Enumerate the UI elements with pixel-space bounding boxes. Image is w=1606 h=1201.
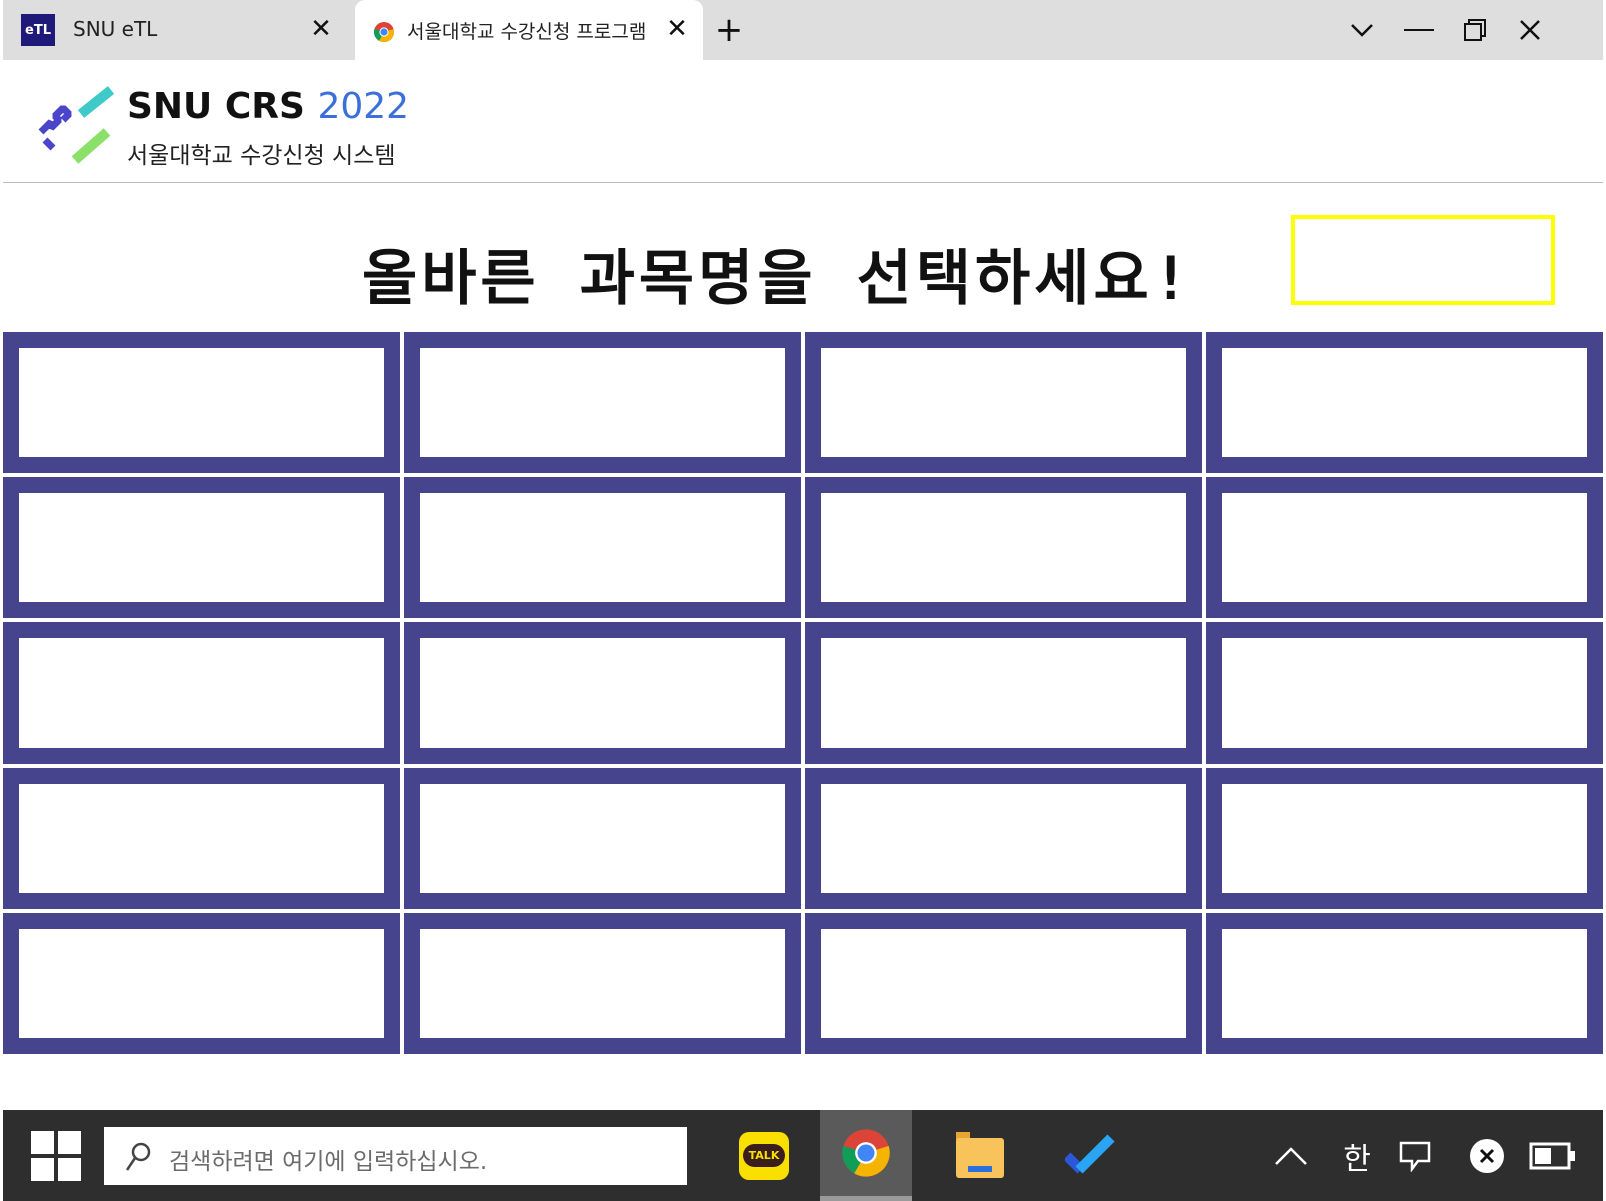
option-label — [821, 493, 1186, 603]
option-label — [821, 783, 1186, 893]
option-label — [1222, 928, 1587, 1038]
close-icon[interactable] — [1508, 10, 1552, 50]
option-card[interactable] — [805, 767, 1202, 909]
windows-taskbar: 검색하려면 여기에 입력하십시오. TALK 한 — [3, 1110, 1603, 1201]
browser-tab-bar: eTL SNU eTL ✕ 서울대학교 수강신청 프로그램 ✕ + — [3, 0, 1603, 60]
kakao-label: TALK — [742, 1144, 786, 1167]
answer-box — [1291, 215, 1555, 305]
option-label — [420, 928, 785, 1038]
brand-subtitle: 서울대학교 수강신청 시스템 — [127, 143, 396, 169]
option-card[interactable] — [3, 477, 400, 619]
chevron-up-icon[interactable] — [1269, 1110, 1313, 1201]
chevron-down-icon[interactable] — [1340, 10, 1384, 50]
option-label — [420, 348, 785, 458]
option-card[interactable] — [805, 332, 1202, 474]
option-card[interactable] — [404, 622, 801, 764]
option-label — [821, 348, 1186, 458]
brand-name: SNU CRS — [127, 86, 305, 127]
option-label — [1222, 348, 1587, 458]
restore-icon[interactable] — [1453, 10, 1497, 50]
option-card[interactable] — [805, 912, 1202, 1054]
option-card[interactable] — [1206, 477, 1603, 619]
battery-icon[interactable] — [1528, 1110, 1578, 1201]
option-card[interactable] — [404, 477, 801, 619]
snu-crs-logo-icon[interactable] — [35, 86, 119, 166]
option-card[interactable] — [1206, 332, 1603, 474]
option-card[interactable] — [1206, 912, 1603, 1054]
windows-start-icon[interactable] — [31, 1131, 81, 1181]
chrome-icon — [842, 1129, 890, 1177]
ime-indicator[interactable]: 한 — [1335, 1110, 1379, 1201]
option-label — [420, 783, 785, 893]
option-card[interactable] — [404, 912, 801, 1054]
option-card[interactable] — [404, 332, 801, 474]
taskbar-file-explorer[interactable] — [934, 1110, 1026, 1201]
option-card[interactable] — [805, 477, 1202, 619]
minimize-icon[interactable] — [1397, 10, 1441, 50]
new-tab-button[interactable]: + — [709, 10, 749, 50]
game-prompt: 올바른 과목명을 선택하세요! — [362, 244, 1193, 314]
option-label — [19, 928, 384, 1038]
taskbar-search-input[interactable]: 검색하려면 여기에 입력하십시오. — [104, 1127, 687, 1185]
option-card[interactable] — [3, 912, 400, 1054]
search-placeholder: 검색하려면 여기에 입력하십시오. — [169, 1149, 488, 1175]
option-card[interactable] — [3, 332, 400, 474]
option-label — [1222, 638, 1587, 748]
chrome-icon — [373, 22, 395, 42]
error-circle-icon[interactable] — [1465, 1110, 1509, 1201]
etl-favicon-icon: eTL — [21, 14, 55, 46]
taskbar-todo[interactable] — [1045, 1110, 1137, 1201]
option-card[interactable] — [1206, 622, 1603, 764]
tab-snu-etl[interactable]: eTL SNU eTL ✕ — [3, 0, 347, 60]
option-label — [821, 638, 1186, 748]
option-label — [19, 638, 384, 748]
option-card[interactable] — [3, 767, 400, 909]
option-card[interactable] — [1206, 767, 1603, 909]
site-header: SNU CRS 2022 서울대학교 수강신청 시스템 — [3, 60, 1603, 183]
option-label — [1222, 783, 1587, 893]
tab-title: 서울대학교 수강신청 프로그램 — [407, 21, 647, 43]
tab-crs-program[interactable]: 서울대학교 수강신청 프로그램 ✕ — [355, 0, 703, 60]
search-icon — [125, 1142, 151, 1171]
option-label — [420, 493, 785, 603]
option-grid — [3, 332, 1603, 1054]
taskbar-chrome[interactable] — [820, 1110, 912, 1201]
option-label — [19, 783, 384, 893]
taskbar-kakaotalk[interactable]: TALK — [718, 1110, 810, 1201]
brand-title: SNU CRS 2022 — [127, 86, 409, 127]
file-explorer-icon — [956, 1131, 1004, 1178]
option-label — [1222, 493, 1587, 603]
option-label — [19, 493, 384, 603]
option-card[interactable] — [404, 767, 801, 909]
chat-bubble-icon[interactable] — [1393, 1110, 1437, 1201]
tab-close-icon[interactable]: ✕ — [305, 12, 337, 46]
todo-icon — [1065, 1133, 1115, 1174]
option-card[interactable] — [3, 622, 400, 764]
kakaotalk-icon: TALK — [739, 1131, 789, 1180]
option-label — [420, 638, 785, 748]
option-label — [19, 348, 384, 458]
tab-title: SNU eTL — [73, 17, 158, 41]
tab-close-icon[interactable]: ✕ — [661, 12, 693, 46]
option-card[interactable] — [805, 622, 1202, 764]
brand-year: 2022 — [317, 86, 410, 127]
option-label — [821, 928, 1186, 1038]
